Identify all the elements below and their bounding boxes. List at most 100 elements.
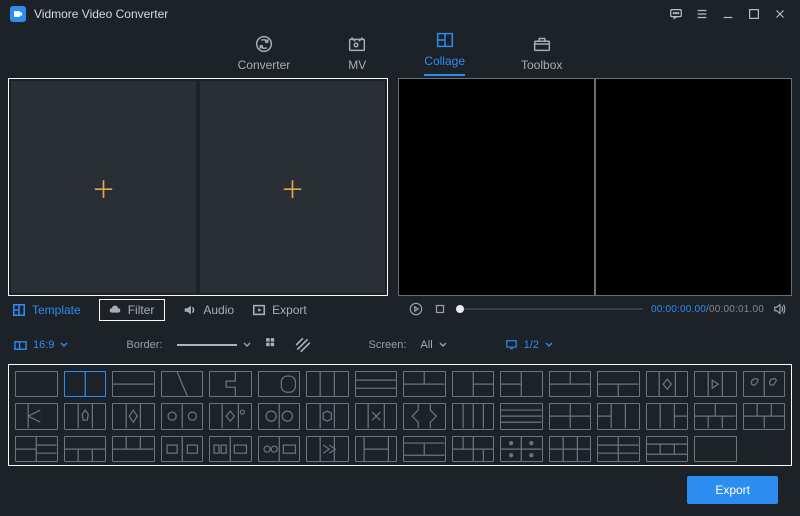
template-cell[interactable]	[694, 371, 737, 397]
page-value: 1/2	[524, 339, 539, 351]
template-row	[15, 371, 785, 397]
template-cell[interactable]	[258, 403, 301, 429]
time-total: 00:00:01.00	[709, 304, 764, 315]
template-cell[interactable]	[64, 403, 107, 429]
template-cell[interactable]	[549, 436, 592, 462]
template-cell[interactable]	[306, 403, 349, 429]
template-cell[interactable]	[112, 436, 155, 462]
template-cell[interactable]	[15, 436, 58, 462]
template-cell[interactable]	[452, 403, 495, 429]
template-cell[interactable]	[258, 371, 301, 397]
border-preview	[177, 344, 237, 346]
template-cell[interactable]	[161, 371, 204, 397]
template-cell[interactable]	[743, 403, 786, 429]
playback-bar: 00:00:00.00/00:00:01.00	[408, 298, 788, 320]
template-cell[interactable]	[355, 436, 398, 462]
minimize-icon[interactable]	[718, 4, 738, 24]
template-cell[interactable]	[64, 436, 107, 462]
template-cell[interactable]	[403, 371, 446, 397]
template-cell[interactable]	[743, 371, 786, 397]
border-label: Border:	[126, 339, 162, 351]
feedback-icon[interactable]	[666, 4, 686, 24]
work-area: ＋ ＋	[0, 78, 800, 296]
template-cell[interactable]	[452, 436, 495, 462]
subtab-filter[interactable]: Filter	[99, 299, 166, 321]
subtab-label: Filter	[128, 303, 155, 317]
menu-icon[interactable]	[692, 4, 712, 24]
options-row: 16:9 Border: Screen: All 1/2	[0, 330, 800, 360]
template-cell[interactable]	[549, 403, 592, 429]
template-cell[interactable]	[646, 436, 689, 462]
template-cell[interactable]	[15, 403, 58, 429]
play-button[interactable]	[408, 301, 424, 317]
template-row	[15, 403, 785, 429]
border-pattern-button[interactable]	[295, 338, 311, 352]
subtab-template[interactable]: Template	[12, 303, 81, 317]
collage-slot-1[interactable]: ＋	[11, 81, 196, 293]
template-cell[interactable]	[403, 403, 446, 429]
tab-collage[interactable]: Collage	[424, 30, 465, 76]
time-display: 00:00:00.00/00:00:01.00	[651, 304, 764, 315]
filter-icon	[108, 303, 122, 317]
seek-track[interactable]	[456, 308, 643, 310]
template-cell[interactable]	[500, 436, 543, 462]
template-cell[interactable]	[161, 403, 204, 429]
template-cell[interactable]	[112, 403, 155, 429]
template-cell[interactable]	[646, 403, 689, 429]
screen-select[interactable]: All	[420, 339, 446, 351]
close-icon[interactable]	[770, 4, 790, 24]
collage-slot-2[interactable]: ＋	[200, 81, 385, 293]
caret-down-icon	[243, 341, 251, 349]
maximize-icon[interactable]	[744, 4, 764, 24]
template-cell[interactable]	[209, 436, 252, 462]
template-cell[interactable]	[209, 371, 252, 397]
template-cell[interactable]	[694, 436, 737, 462]
screen-value: All	[420, 339, 432, 351]
template-cell[interactable]	[15, 371, 58, 397]
tab-toolbox[interactable]: Toolbox	[521, 34, 562, 72]
template-cell[interactable]	[597, 436, 640, 462]
screen-icon	[505, 340, 518, 351]
export-button[interactable]: Export	[687, 476, 778, 504]
template-cell[interactable]	[549, 371, 592, 397]
template-cell[interactable]	[403, 436, 446, 462]
bottom-bar: Export	[687, 476, 778, 504]
caret-down-icon	[439, 341, 447, 349]
template-cell[interactable]	[452, 371, 495, 397]
template-cell[interactable]	[694, 403, 737, 429]
tab-mv[interactable]: MV	[346, 34, 368, 72]
template-cell[interactable]	[258, 436, 301, 462]
aspect-select[interactable]: 16:9	[14, 339, 68, 352]
template-cell[interactable]	[355, 371, 398, 397]
subtab-export[interactable]: Export	[252, 303, 307, 317]
title-bar: Vidmore Video Converter	[0, 0, 800, 28]
preview-pane	[398, 78, 792, 296]
border-color-button[interactable]	[265, 338, 281, 352]
template-cell[interactable]	[64, 371, 107, 397]
seek-thumb[interactable]	[456, 305, 464, 313]
time-current: 00:00:00.00	[651, 304, 706, 315]
converter-icon	[253, 34, 275, 54]
page-select[interactable]: 1/2	[505, 339, 553, 351]
template-cell[interactable]	[597, 371, 640, 397]
template-cell[interactable]	[306, 371, 349, 397]
template-cell[interactable]	[355, 403, 398, 429]
stop-button[interactable]	[432, 301, 448, 317]
tab-converter[interactable]: Converter	[238, 34, 291, 72]
toolbox-icon	[531, 34, 553, 54]
subtab-label: Template	[32, 303, 81, 317]
tab-label: MV	[348, 58, 366, 72]
border-style-select[interactable]	[177, 341, 251, 349]
subtab-audio[interactable]: Audio	[183, 303, 234, 317]
template-cell[interactable]	[161, 436, 204, 462]
template-cell[interactable]	[112, 371, 155, 397]
template-cell[interactable]	[500, 403, 543, 429]
template-cell[interactable]	[500, 371, 543, 397]
collage-icon	[434, 30, 456, 50]
collage-canvas: ＋ ＋	[8, 78, 388, 296]
template-cell[interactable]	[646, 371, 689, 397]
volume-button[interactable]	[772, 301, 788, 317]
template-cell[interactable]	[306, 436, 349, 462]
template-cell[interactable]	[597, 403, 640, 429]
template-cell[interactable]	[209, 403, 252, 429]
